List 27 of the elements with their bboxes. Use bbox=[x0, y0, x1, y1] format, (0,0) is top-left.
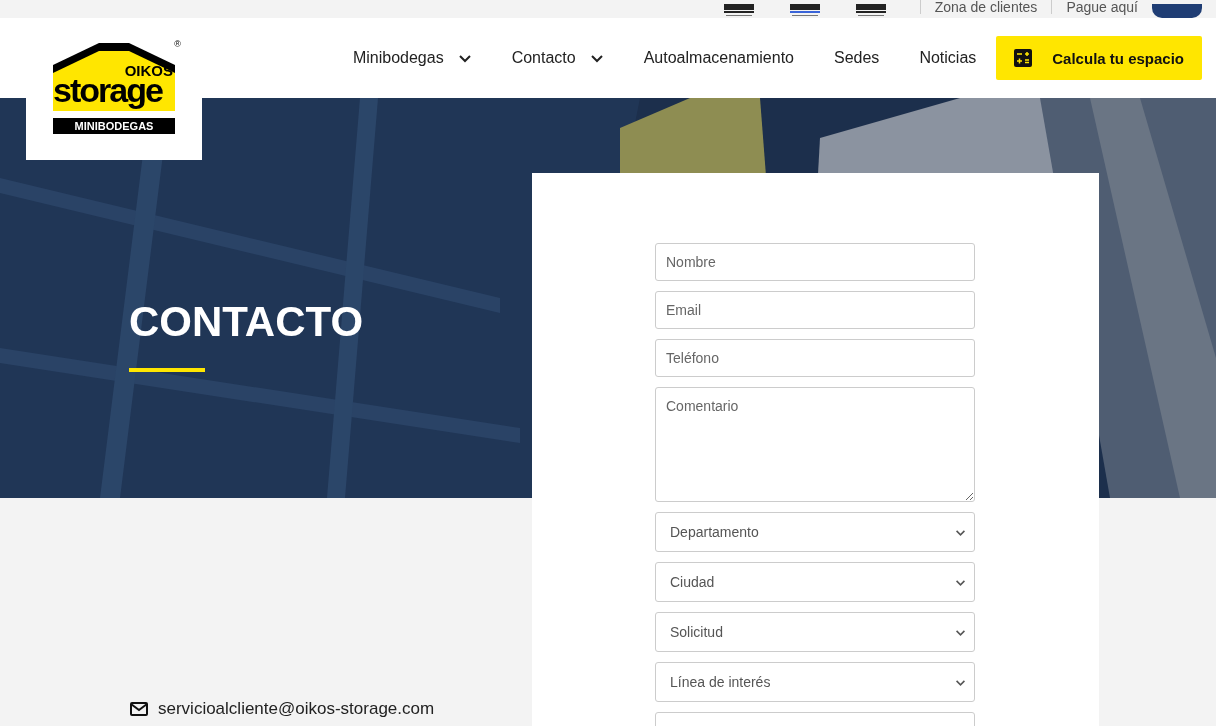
nav-link[interactable]: Minibodegas bbox=[352, 49, 472, 67]
nav-link[interactable]: Contacto bbox=[511, 49, 604, 67]
top-link[interactable]: Zona de clientes bbox=[934, 0, 1038, 14]
top-link[interactable]: Pague aquí bbox=[1066, 0, 1138, 14]
dropdown-field[interactable]: Línea de interés bbox=[655, 662, 975, 702]
logo-text: MINIBODEGAS bbox=[53, 118, 175, 134]
dropdown-field[interactable]: Solicitud bbox=[655, 612, 975, 652]
nav-link[interactable]: Noticias bbox=[919, 49, 977, 67]
dropdown-field[interactable]: Ciudad bbox=[655, 562, 975, 602]
input-field[interactable]: Teléfono bbox=[655, 339, 975, 377]
input-field[interactable]: Email bbox=[655, 291, 975, 329]
input-field[interactable]: Nombre bbox=[655, 243, 975, 281]
dropdown-field[interactable]: Departamento bbox=[655, 512, 975, 552]
comment-field[interactable]: Comentario bbox=[655, 387, 975, 502]
page-title: CONTACTO bbox=[129, 298, 364, 346]
nav-link[interactable]: Autoalmacenamiento bbox=[643, 49, 794, 67]
nav-link[interactable]: Sedes bbox=[834, 49, 880, 67]
brand-logo-icon bbox=[853, 4, 888, 18]
brand-logo-icon bbox=[787, 4, 822, 18]
house-roof-icon bbox=[53, 43, 175, 111]
brand-logo-icon bbox=[721, 4, 756, 18]
registered-mark: ® bbox=[174, 39, 181, 49]
mail-icon bbox=[130, 702, 148, 716]
calculator-icon bbox=[1014, 49, 1033, 67]
payment-badge-icon[interactable] bbox=[1152, 4, 1202, 18]
calculate-button[interactable]: Calcula tu espacio bbox=[996, 36, 1202, 80]
email-link[interactable]: servicioalcliente@oikos-storage.com bbox=[158, 699, 435, 719]
